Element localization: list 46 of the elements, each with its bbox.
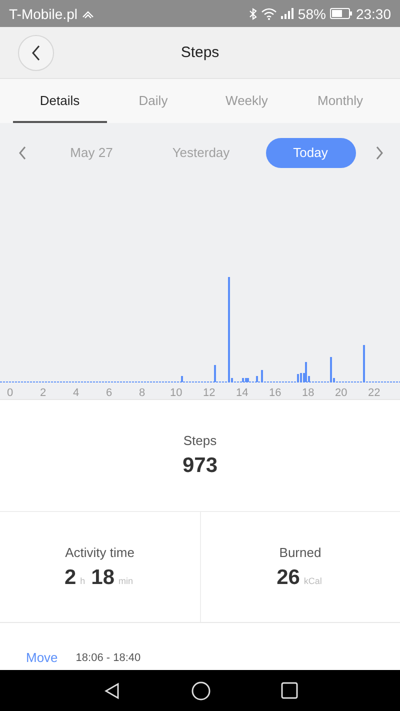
carrier-name: T-Mobile.pl: [9, 6, 78, 22]
back-icon: [31, 44, 41, 60]
stat-value: 973: [182, 454, 218, 478]
battery-percent: 58%: [298, 6, 326, 22]
screen-title: Steps: [180, 44, 220, 61]
stat-value: 18: [91, 566, 115, 590]
previous-day-button[interactable]: [18, 146, 27, 160]
upload-icon: [82, 8, 94, 18]
date-button[interactable]: Today: [266, 138, 356, 168]
unit-label: h: [80, 576, 86, 586]
axis-label: 14: [236, 387, 246, 399]
axis-label: 20: [335, 387, 345, 399]
axis-label: 22: [368, 387, 378, 399]
axis-label: 16: [269, 387, 279, 399]
home-icon[interactable]: [190, 680, 210, 700]
bluetooth-icon: [248, 8, 257, 20]
recents-icon[interactable]: [280, 682, 298, 699]
stat-label: Burned: [279, 544, 322, 560]
axis-label: 18: [302, 387, 312, 399]
axis-label: 10: [170, 387, 180, 399]
battery-icon: [330, 8, 352, 19]
tab[interactable]: Monthly: [294, 79, 387, 123]
tab[interactable]: Weekly: [200, 79, 294, 123]
axis-label: 8: [138, 387, 146, 399]
clock: 23:30: [356, 6, 391, 22]
unit-label: kCal: [304, 576, 322, 586]
next-day-button[interactable]: [375, 146, 384, 160]
axis-label: 6: [104, 387, 114, 399]
activity-type: Move: [26, 650, 58, 665]
stat-label: Activity time: [65, 544, 134, 560]
axis-label: 0: [6, 387, 14, 399]
axis-label: 4: [72, 387, 80, 399]
back-button[interactable]: [18, 34, 54, 70]
unit-label: min: [118, 576, 134, 586]
back-icon[interactable]: [102, 682, 120, 700]
stat-label: Steps: [183, 433, 217, 448]
activity-time: 18:06 - 18:40: [76, 652, 141, 664]
signal-icon: [280, 8, 294, 19]
axis-label: 2: [38, 387, 48, 399]
date-button[interactable]: May 27: [46, 138, 136, 168]
axis-label: 12: [203, 387, 213, 399]
stat-value: 26: [276, 566, 300, 590]
wifi-icon: [260, 8, 277, 20]
date-button[interactable]: Yesterday: [156, 138, 246, 168]
tab[interactable]: Daily: [106, 79, 200, 123]
stat-value: 2: [64, 566, 76, 590]
